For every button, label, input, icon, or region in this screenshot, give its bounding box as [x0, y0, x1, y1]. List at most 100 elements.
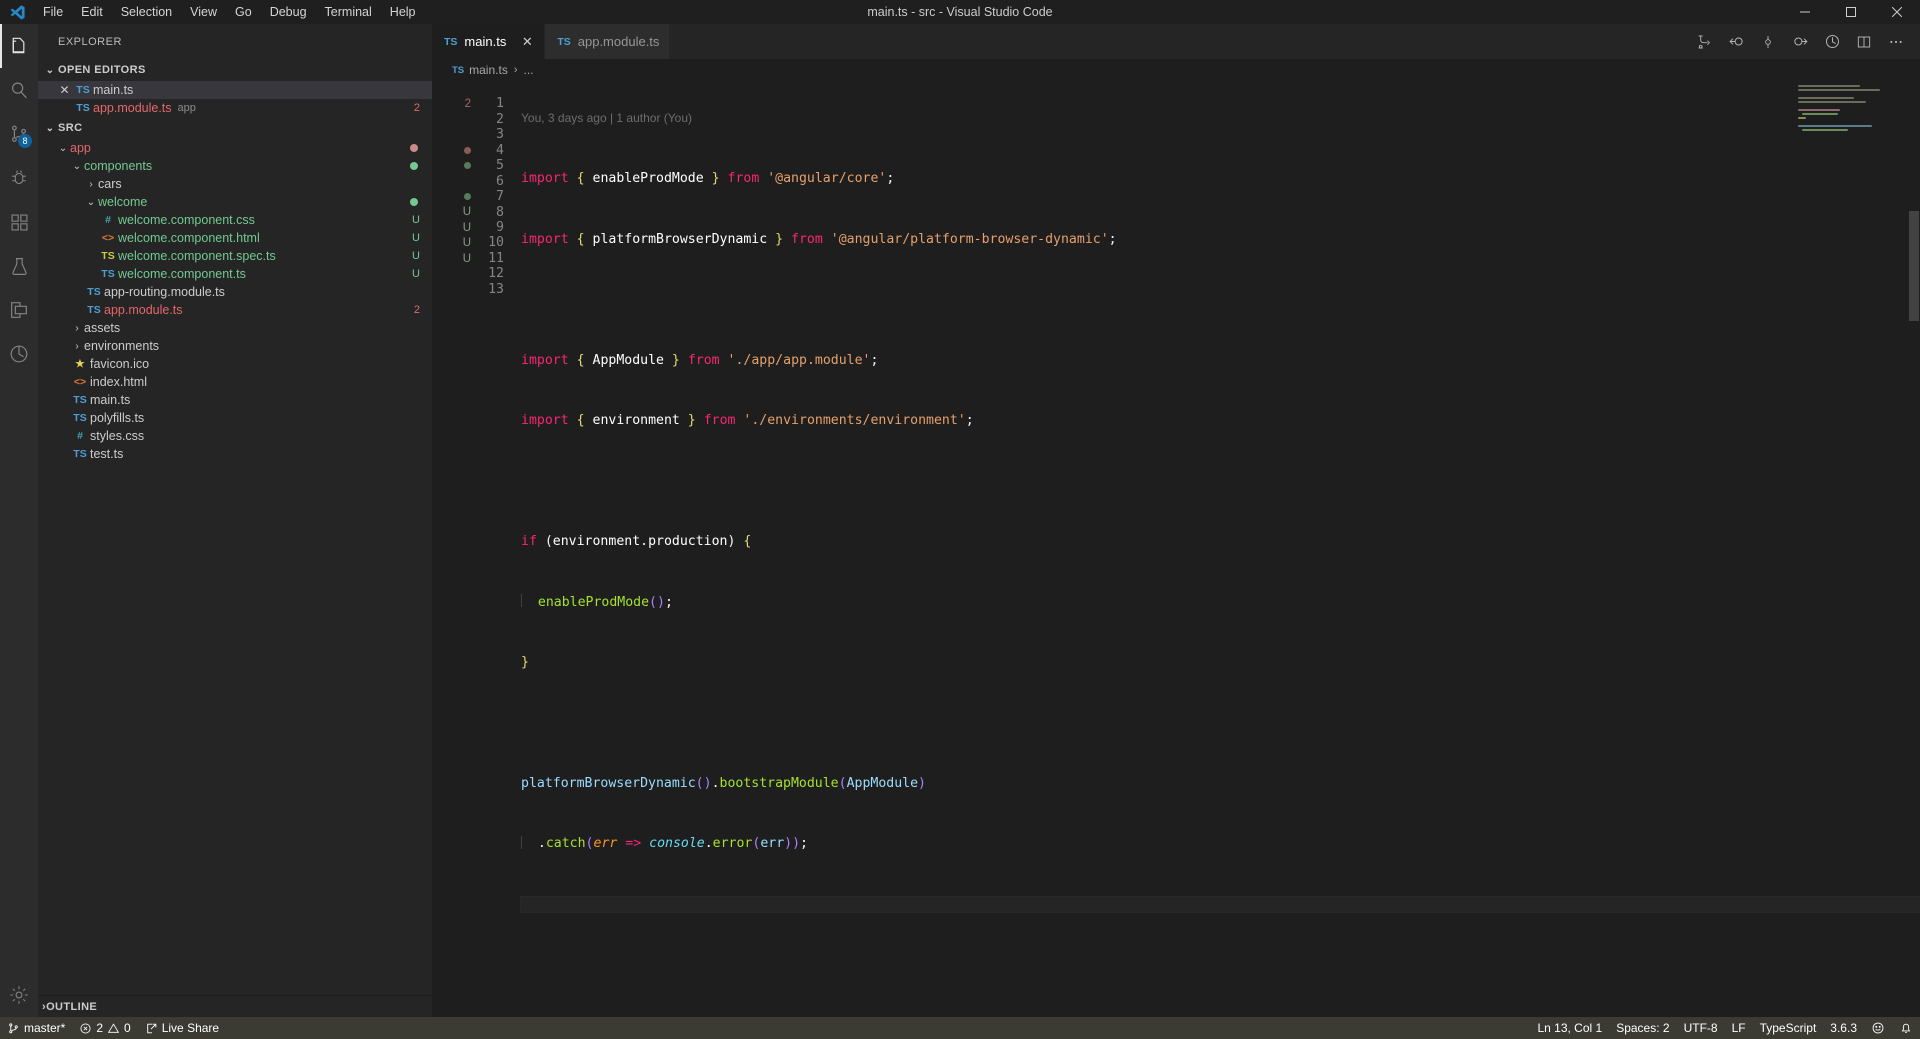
status-cursor-position[interactable]: Ln 13, Col 1 [1530, 1017, 1609, 1039]
live-share-icon [145, 1022, 158, 1035]
activity-source-control[interactable]: 8 [0, 112, 38, 156]
breadcrumb-file[interactable]: main.ts [469, 63, 508, 77]
tree-item-app-module-ts[interactable]: TS app.module.ts 2 [38, 301, 432, 319]
activity-debug[interactable] [0, 156, 38, 200]
menu-file[interactable]: File [34, 0, 72, 24]
menu-terminal[interactable]: Terminal [316, 0, 381, 24]
status-indentation[interactable]: Spaces: 2 [1609, 1017, 1676, 1039]
minimize-button[interactable] [1782, 0, 1828, 24]
go-back-icon[interactable] [1722, 28, 1750, 56]
go-forward-icon[interactable] [1786, 28, 1814, 56]
menu-view[interactable]: View [181, 0, 226, 24]
tree-item-favicon-ico[interactable]: ★ favicon.ico [38, 355, 432, 373]
code-line-8[interactable]: enableProdMode(); [521, 594, 1920, 610]
tree-item-welcome-component-css[interactable]: # welcome.component.css U [38, 211, 432, 229]
tree-item-cars[interactable]: › cars [38, 175, 432, 193]
activity-explorer[interactable] [0, 24, 38, 68]
close-icon[interactable]: ✕ [520, 34, 534, 50]
status-notifications[interactable] [1892, 1017, 1920, 1039]
split-editor-icon[interactable] [1850, 28, 1878, 56]
status-encoding[interactable]: UTF-8 [1677, 1017, 1725, 1039]
section-src[interactable]: ⌄ SRC [38, 117, 432, 139]
code-line-5[interactable]: import { environment } from './environme… [521, 413, 1920, 428]
status-live-share[interactable]: Live Share [138, 1017, 226, 1039]
activity-search[interactable] [0, 68, 38, 112]
git-status-badge: U [412, 268, 420, 280]
code-line-2[interactable]: import { platformBrowserDynamic } from '… [521, 232, 1920, 247]
bookmark-icon[interactable] [1754, 28, 1782, 56]
menu-bar[interactable]: File Edit Selection View Go Debug Termin… [34, 0, 425, 24]
css-file-icon: # [105, 214, 111, 226]
section-outline[interactable]: › OUTLINE [38, 995, 432, 1017]
more-actions-icon[interactable] [1882, 28, 1910, 56]
tree-item-welcome-component-spec-ts[interactable]: TS welcome.component.spec.ts U [38, 247, 432, 265]
code-line-12[interactable]: .catch(err => console.error(err)); [521, 835, 1920, 851]
open-editor-main-ts[interactable]: ✕ TS main.ts [38, 81, 432, 99]
tree-item-label: welcome [98, 195, 148, 209]
breadcrumb-rest[interactable]: ... [524, 63, 534, 77]
open-editor-app-module-ts[interactable]: TS app.module.ts app 2 [38, 99, 432, 117]
line-number: 11 [488, 250, 504, 266]
split-merge-icon[interactable] [1690, 28, 1718, 56]
menu-selection[interactable]: Selection [112, 0, 181, 24]
activity-remote[interactable] [0, 332, 38, 376]
status-language-mode[interactable]: TypeScript [1753, 1017, 1824, 1039]
tab-app-module-ts[interactable]: TS app.module.ts [545, 24, 671, 59]
gutter-mark: U [462, 237, 471, 250]
status-problems[interactable]: 2 0 [72, 1017, 137, 1039]
menu-edit[interactable]: Edit [72, 0, 112, 24]
code-line-11[interactable]: platformBrowserDynamic().bootstrapModule… [521, 776, 1920, 791]
menu-go[interactable]: Go [226, 0, 261, 24]
ts-file-icon: TS [452, 64, 465, 76]
timeline-icon[interactable] [1818, 28, 1846, 56]
menu-help[interactable]: Help [381, 0, 425, 24]
code-line-13[interactable] [520, 895, 1920, 914]
tree-item-index-html[interactable]: <> index.html [38, 373, 432, 391]
tab-main-ts[interactable]: TS main.ts ✕ [432, 24, 546, 59]
code-line-7[interactable]: if (environment.production) { [521, 534, 1920, 549]
scrollbar-thumb[interactable] [1909, 211, 1919, 321]
editor-scrollbar[interactable] [1906, 81, 1920, 1017]
gutter-decoration [432, 189, 478, 204]
tree-item-label: assets [84, 321, 121, 335]
code-line-10[interactable] [521, 715, 1920, 730]
tree-item-environments[interactable]: › environments [38, 337, 432, 355]
breadcrumb[interactable]: TS main.ts › ... [432, 59, 1920, 81]
code-line-1[interactable]: import { enableProdMode } from '@angular… [521, 171, 1920, 186]
menu-debug[interactable]: Debug [261, 0, 316, 24]
activity-manage-settings[interactable] [0, 973, 38, 1017]
activity-test-explorer[interactable] [0, 244, 38, 288]
section-open-editors[interactable]: ⌄ OPEN EDITORS [38, 59, 432, 81]
close-button[interactable] [1874, 0, 1920, 24]
close-icon[interactable]: ✕ [56, 83, 73, 97]
tree-item-app[interactable]: ⌄ app [38, 139, 432, 157]
tree-item-welcome-component-ts[interactable]: TS welcome.component.ts U [38, 265, 432, 283]
maximize-button[interactable] [1828, 0, 1874, 24]
tree-item-assets[interactable]: › assets [38, 319, 432, 337]
tree-item-main-ts[interactable]: TS main.ts [38, 391, 432, 409]
status-feedback[interactable] [1864, 1017, 1892, 1039]
tree-item-polyfills-ts[interactable]: TS polyfills.ts [38, 409, 432, 427]
tree-item-styles-css[interactable]: # styles.css [38, 427, 432, 445]
activity-live-share[interactable] [0, 288, 38, 332]
tree-item-welcome-component-html[interactable]: <> welcome.component.html U [38, 229, 432, 247]
activity-bar[interactable]: 8 [0, 24, 38, 1017]
warning-icon [107, 1022, 120, 1035]
code-line-6[interactable] [521, 474, 1920, 489]
status-eol[interactable]: LF [1725, 1017, 1753, 1039]
code-content[interactable]: You, 3 days ago | 1 author (You) import … [520, 81, 1920, 1017]
tree-item-welcome[interactable]: ⌄ welcome [38, 193, 432, 211]
tree-item-label: test.ts [90, 447, 124, 461]
tree-item-app-routing-module-ts[interactable]: TS app-routing.module.ts [38, 283, 432, 301]
activity-extensions[interactable] [0, 200, 38, 244]
tree-item-test-ts[interactable]: TS test.ts [38, 445, 432, 463]
tree-item-components[interactable]: ⌄ components [38, 157, 432, 175]
code-line-9[interactable]: } [521, 655, 1920, 670]
code-line-3[interactable] [521, 292, 1920, 307]
code-line-4[interactable]: import { AppModule } from './app/app.mod… [521, 353, 1920, 368]
status-branch[interactable]: master* [0, 1017, 72, 1039]
status-ts-version[interactable]: 3.6.3 [1823, 1017, 1864, 1039]
gutter-decoration [432, 143, 478, 158]
code-editor[interactable]: 2 U U U U 1 2 3 4 5 6 7 8 9 10 11 12 13 … [432, 81, 1920, 1017]
window-controls[interactable] [1782, 0, 1920, 24]
